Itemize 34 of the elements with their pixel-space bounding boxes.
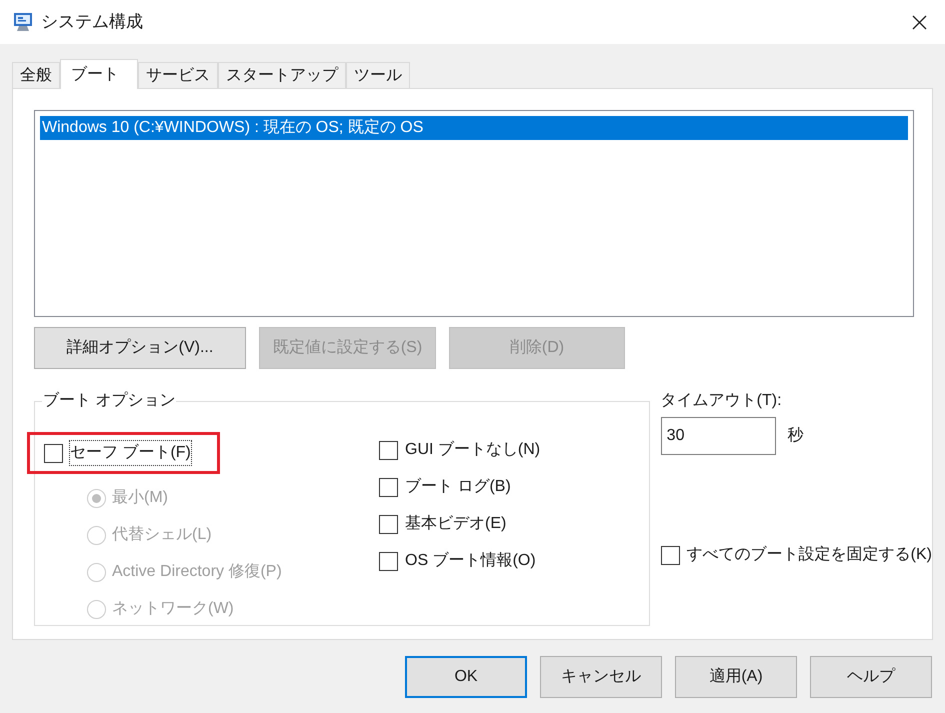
checkbox[interactable] (660, 546, 680, 564)
unit-label: 秒 (788, 426, 804, 446)
option-label: 最小(M) (112, 488, 168, 508)
option-label: OS ブート情報(O) (405, 550, 536, 571)
button[interactable]: ヘルプ (810, 656, 932, 698)
option-label: すべてのブート設定を固定する(K) (686, 544, 932, 565)
tab[interactable]: サービス (138, 62, 218, 88)
button[interactable]: OK (405, 656, 527, 698)
close-icon[interactable] (912, 14, 927, 30)
option-label: ネットワーク(W) (112, 599, 234, 619)
option-label: セーフ ブート(F) (70, 441, 191, 465)
button[interactable]: キャンセル (540, 656, 662, 698)
checkbox[interactable] (379, 514, 398, 534)
tab[interactable]: ツール (346, 62, 410, 88)
tab[interactable]: スタートアップ (218, 62, 346, 88)
group-title: ブート オプション (42, 390, 176, 411)
tab[interactable]: ブート (60, 59, 138, 89)
checkbox[interactable] (379, 478, 398, 496)
window-title: システム構成 (41, 11, 143, 34)
button[interactable]: 適用(A) (675, 656, 797, 698)
list-item[interactable]: Windows 10 (C:¥WINDOWS) : 現在の OS; 既定の OS (40, 116, 908, 140)
timeout-label: タイムアウト(T): (660, 391, 783, 411)
button[interactable]: 詳細オプション(V)... (34, 327, 246, 369)
app-icon (12, 12, 34, 32)
checkbox[interactable] (379, 552, 398, 570)
option-label: ブート ログ(B) (405, 476, 511, 497)
option-label: Active Directory 修復(P) (112, 562, 282, 582)
checkbox[interactable] (379, 440, 398, 460)
option-label: 基本ビデオ(E) (405, 514, 506, 534)
option-label: GUI ブートなし(N) (405, 440, 540, 460)
checkbox[interactable] (44, 444, 63, 462)
option-label: 代替シェル(L) (112, 524, 212, 545)
timeout-field[interactable]: 30 (660, 417, 776, 455)
tab[interactable]: 全般 (12, 62, 60, 88)
